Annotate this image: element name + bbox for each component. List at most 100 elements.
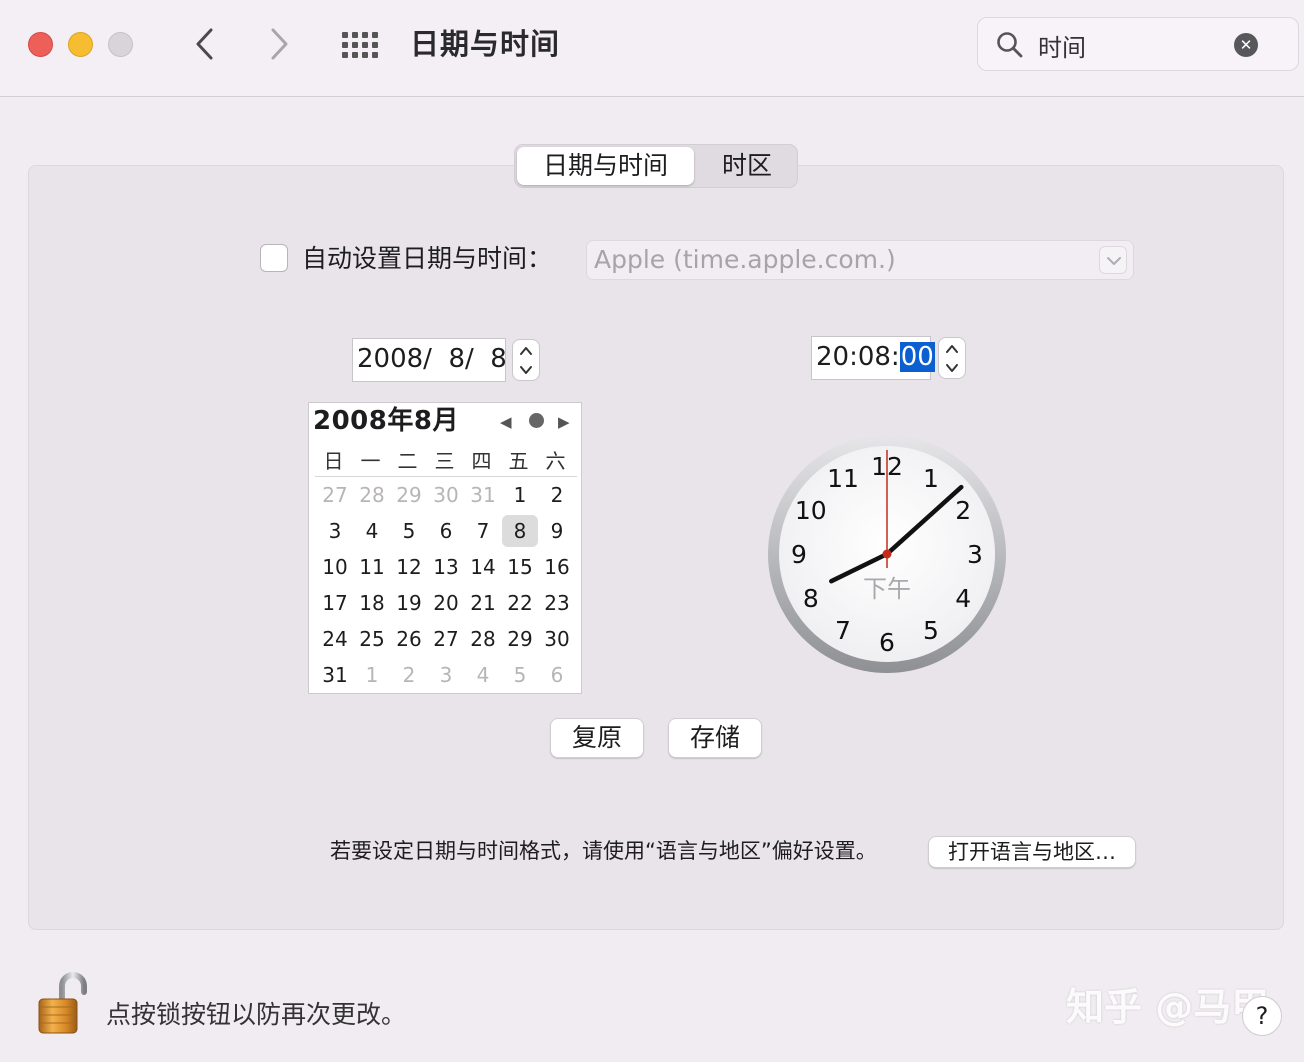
calendar-day[interactable]: 31: [317, 659, 353, 691]
calendar-day[interactable]: 8: [502, 515, 538, 547]
clock-numeral: 10: [795, 496, 827, 525]
clock-center-pin: [882, 549, 892, 559]
calendar-day[interactable]: 11: [354, 551, 390, 583]
calendar-day[interactable]: 29: [502, 623, 538, 655]
clock-numeral: 11: [827, 464, 859, 493]
stepper-up-icon[interactable]: [944, 343, 960, 355]
calendar-day[interactable]: 15: [502, 551, 538, 583]
stepper-down-icon[interactable]: [944, 362, 960, 374]
calendar-day[interactable]: 26: [391, 623, 427, 655]
open-language-region-button[interactable]: 打开语言与地区…: [928, 836, 1136, 868]
date-field[interactable]: 2008/ 8/ 8: [352, 338, 507, 382]
forward-button[interactable]: [264, 26, 294, 62]
calendar-day[interactable]: 23: [539, 587, 575, 619]
weekday-label: 三: [434, 449, 455, 473]
clock-numeral: 7: [835, 616, 851, 645]
time-field-seconds-selected[interactable]: 00: [899, 342, 935, 372]
calendar-day[interactable]: 5: [391, 515, 427, 547]
calendar-day[interactable]: 18: [354, 587, 390, 619]
help-button[interactable]: ?: [1242, 996, 1282, 1036]
toolbar: 日期与时间 ✕: [0, 0, 1304, 97]
calendar-day[interactable]: 6: [539, 659, 575, 691]
auto-set-label: 自动设置日期与时间：: [302, 244, 553, 273]
calendar-day[interactable]: 22: [502, 587, 538, 619]
calendar-day[interactable]: 16: [539, 551, 575, 583]
back-button[interactable]: [190, 26, 220, 62]
calendar-day[interactable]: 12: [391, 551, 427, 583]
calendar-day[interactable]: 27: [317, 479, 353, 511]
date-stepper[interactable]: [512, 339, 540, 381]
revert-button[interactable]: 复原: [550, 718, 644, 758]
clock-numeral: 2: [955, 496, 971, 525]
chevron-right-icon: [271, 28, 288, 60]
clock-numeral: 8: [803, 584, 819, 613]
calendar-day[interactable]: 17: [317, 587, 353, 619]
weekday-label: 日: [323, 449, 344, 473]
close-window-button[interactable]: [28, 32, 53, 57]
calendar-day[interactable]: 7: [465, 515, 501, 547]
auto-set-checkbox[interactable]: [260, 244, 288, 272]
calendar-day[interactable]: 29: [391, 479, 427, 511]
calendar-day[interactable]: 4: [465, 659, 501, 691]
calendar-day[interactable]: 1: [354, 659, 390, 691]
tab-time-zone[interactable]: 时区: [699, 147, 795, 185]
next-month-icon[interactable]: ▶: [558, 415, 570, 430]
calendar-day[interactable]: 19: [391, 587, 427, 619]
calendar-day[interactable]: 27: [428, 623, 464, 655]
time-field-prefix: 20:08:: [816, 342, 900, 372]
calendar: 2008年8月 ◀ ▶ 日一二三四五六 27 28 29 30 31 1 2 3 4 5 6 7 8 9 1…: [308, 402, 582, 694]
calendar-month-title: 2008年8月: [313, 406, 459, 436]
calendar-day[interactable]: 2: [539, 479, 575, 511]
minimize-window-button[interactable]: [68, 32, 93, 57]
calendar-day[interactable]: 20: [428, 587, 464, 619]
previous-month-icon[interactable]: ◀: [500, 415, 512, 430]
time-server-value: Apple (time.apple.com.): [594, 245, 896, 274]
clock-numeral: 1: [923, 464, 939, 493]
calendar-day[interactable]: 2: [391, 659, 427, 691]
calendar-day[interactable]: 31: [465, 479, 501, 511]
calendar-day[interactable]: 13: [428, 551, 464, 583]
calendar-weekday-header: 日一二三四五六: [315, 447, 577, 477]
tab-date-time[interactable]: 日期与时间: [517, 147, 694, 185]
save-button[interactable]: 存储: [668, 718, 762, 758]
stepper-down-icon[interactable]: [518, 364, 534, 376]
stepper-up-icon[interactable]: [518, 345, 534, 357]
calendar-day[interactable]: 30: [428, 479, 464, 511]
clock-numeral: 3: [967, 540, 983, 569]
clock-numeral: 9: [791, 540, 807, 569]
today-dot-icon[interactable]: [529, 413, 544, 428]
time-stepper[interactable]: [938, 337, 966, 379]
window-title: 日期与时间: [410, 27, 561, 61]
weekday-label: 一: [360, 449, 381, 473]
search-input[interactable]: [1038, 27, 1238, 63]
calendar-day[interactable]: 3: [428, 659, 464, 691]
chevron-down-icon: [1099, 246, 1127, 274]
zoom-window-button[interactable]: [108, 32, 133, 57]
clock-numeral: 5: [923, 616, 939, 645]
calendar-day[interactable]: 24: [317, 623, 353, 655]
calendar-day[interactable]: 28: [354, 479, 390, 511]
clock-numeral: 6: [879, 628, 895, 657]
calendar-day[interactable]: 25: [354, 623, 390, 655]
clear-search-icon[interactable]: ✕: [1234, 33, 1258, 57]
calendar-day[interactable]: 6: [428, 515, 464, 547]
calendar-day[interactable]: 1: [502, 479, 538, 511]
calendar-day[interactable]: 3: [317, 515, 353, 547]
calendar-day[interactable]: 28: [465, 623, 501, 655]
weekday-label: 五: [508, 449, 529, 473]
calendar-day[interactable]: 14: [465, 551, 501, 583]
calendar-day[interactable]: 10: [317, 551, 353, 583]
calendar-day[interactable]: 9: [539, 515, 575, 547]
calendar-day[interactable]: 30: [539, 623, 575, 655]
weekday-label: 四: [471, 449, 492, 473]
analog-clock: 12 1234567891011 下午: [768, 435, 1006, 673]
weekday-label: 二: [397, 449, 418, 473]
search-box[interactable]: ✕: [977, 17, 1299, 71]
watermark: 知乎 @马甲: [1066, 985, 1270, 1029]
show-all-grid-button[interactable]: [340, 29, 380, 59]
calendar-day[interactable]: 4: [354, 515, 390, 547]
unlocked-lock-icon[interactable]: [36, 972, 88, 1036]
calendar-day[interactable]: 5: [502, 659, 538, 691]
calendar-day[interactable]: 21: [465, 587, 501, 619]
time-field[interactable]: 20:08:00: [811, 336, 935, 380]
